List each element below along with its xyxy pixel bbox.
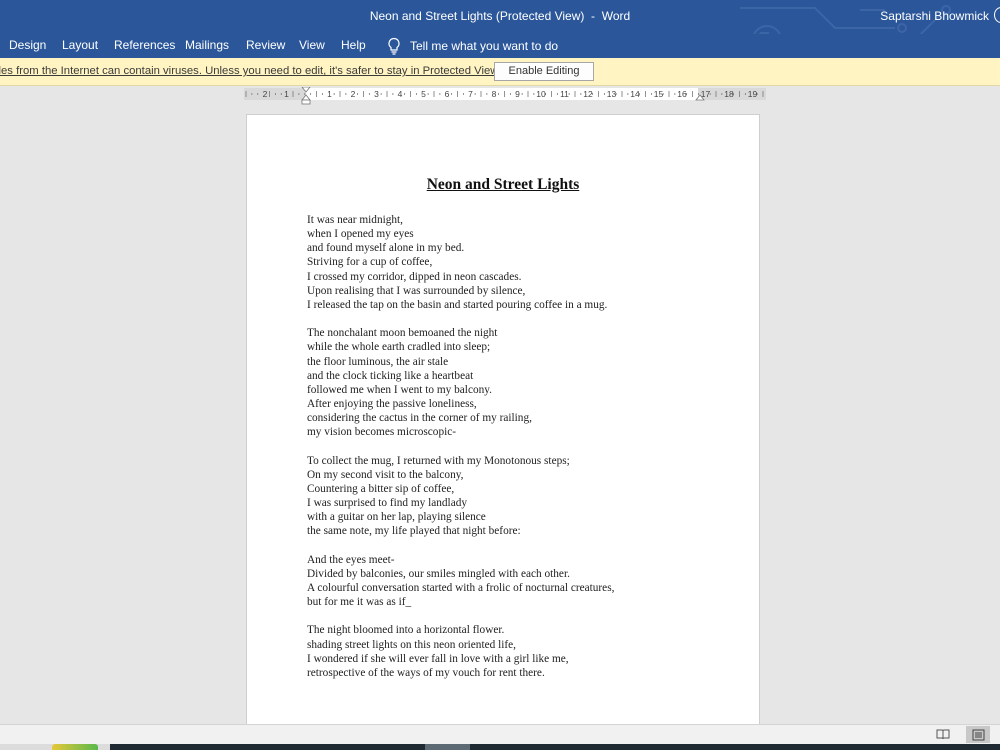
poem-line: the same note, my life played that night…	[307, 525, 521, 538]
tab-references[interactable]: References	[114, 38, 175, 52]
poem-line: Striving for a cup of coffee,	[307, 256, 433, 269]
window-title: Neon and Street Lights (Protected View) …	[369, 9, 631, 23]
poem-line: It was near midnight,	[307, 214, 404, 226]
title-bar: Neon and Street Lights (Protected View) …	[0, 0, 1000, 34]
print-layout-icon	[972, 729, 984, 740]
poem-line: when I opened my eyes	[307, 228, 414, 241]
tab-mailings[interactable]: Mailings	[185, 38, 229, 52]
ruler-label: 6	[445, 89, 450, 99]
poem-line: And the eyes meet-	[307, 553, 395, 566]
tell-me-search[interactable]: Tell me what you want to do	[386, 36, 558, 56]
document-page[interactable]: Neon and Street Lights It was near midni…	[246, 114, 760, 734]
ribbon-tabs: Design Layout References Mailings Review…	[0, 34, 1000, 58]
ruler-label: 19	[748, 89, 758, 99]
poem-line: I was surprised to find my landlady	[307, 497, 468, 510]
poem-line: while the whole earth cradled into sleep…	[307, 341, 491, 354]
tab-review[interactable]: Review	[246, 38, 285, 52]
horizontal-ruler[interactable]: 2 1 1 2 3 4 5 6 7 8 9 10 11 12 13 14 15 16 17 18 19	[244, 87, 766, 107]
read-mode-button[interactable]	[931, 726, 955, 743]
poem-line: After enjoying the passive loneliness,	[307, 398, 477, 411]
lightbulb-icon	[388, 37, 400, 55]
poem-line: my vision becomes microscopic-	[307, 426, 457, 439]
poem-line: with a guitar on her lap, playing silenc…	[307, 511, 486, 524]
ruler-label: 1	[327, 89, 332, 99]
ruler-label: 14	[630, 89, 640, 99]
tab-layout[interactable]: Layout	[62, 38, 98, 52]
stanza: The nonchalant moon bemoaned the night wh…	[307, 326, 747, 439]
stanza: It was near midnight, when I opened my ey…	[307, 213, 747, 312]
poem-line: Countering a bitter sip of coffee,	[307, 482, 455, 495]
poem-line: considering the cactus in the corner of …	[307, 412, 532, 425]
ruler-label: 9	[515, 89, 520, 99]
taskbar	[0, 744, 1000, 750]
poem-line: and found myself alone in my bed.	[307, 242, 465, 255]
stanza: To collect the mug, I returned with my M…	[307, 454, 747, 539]
poem-line: A colourful conversation started with a …	[307, 582, 615, 595]
poem-line: The nonchalant moon bemoaned the night	[307, 327, 498, 340]
poem-body: It was near midnight, when I opened my ey…	[307, 213, 747, 694]
stanza: And the eyes meet- Divided by balconies, …	[307, 553, 747, 610]
ruler-label: 12	[583, 89, 593, 99]
poem-line: the floor luminous, the air stale	[307, 355, 449, 368]
ruler-label: 4	[398, 89, 403, 99]
poem-line: Divided by balconies, our smiles mingled…	[307, 567, 570, 580]
user-name[interactable]: Saptarshi Bhowmick	[880, 9, 989, 23]
ruler-label: 5	[421, 89, 426, 99]
tab-help[interactable]: Help	[341, 38, 366, 52]
poem-line: shading street lights on this neon orien…	[307, 638, 516, 651]
ruler-label: 3	[374, 89, 379, 99]
poem-line: The night bloomed into a horizontal flow…	[307, 624, 505, 637]
ruler-label: 2	[351, 89, 356, 99]
print-layout-button[interactable]	[966, 726, 990, 743]
enable-editing-button[interactable]: Enable Editing	[494, 62, 594, 81]
ruler-label: 2	[263, 89, 268, 99]
ruler-label: 7	[468, 89, 473, 99]
taskbar-active-app[interactable]	[425, 744, 470, 750]
ruler-label: 13	[607, 89, 617, 99]
ruler-label: 16	[677, 89, 687, 99]
left-indent-marker[interactable]	[301, 99, 311, 105]
status-bar	[0, 724, 1000, 744]
ruler-label: 11	[560, 89, 569, 99]
poem-line: but for me it was as if_	[307, 596, 412, 609]
poem-line: and the clock ticking like a heartbeat	[307, 369, 474, 382]
poem-line: To collect the mug, I returned with my M…	[307, 454, 570, 467]
ruler-label: 10	[536, 89, 546, 99]
poem-line: On my second visit to the balcony,	[307, 468, 464, 481]
stanza: The night bloomed into a horizontal flow…	[307, 623, 747, 680]
tab-design[interactable]: Design	[9, 38, 46, 52]
poem-line: retrospective of the ways of my vouch fo…	[307, 666, 545, 679]
tell-me-text: Tell me what you want to do	[410, 39, 559, 53]
poem-line: followed me when I went to my balcony.	[307, 383, 492, 396]
ruler-label: 1	[284, 89, 289, 99]
ruler-label: 15	[654, 89, 664, 99]
poem-line: Upon realising that I was surrounded by …	[307, 284, 526, 297]
protected-view-bar: iles from the Internet can contain virus…	[0, 58, 1000, 86]
read-mode-icon	[936, 729, 950, 740]
document-title: Neon and Street Lights	[426, 176, 580, 193]
tab-view[interactable]: View	[299, 38, 325, 52]
ruler-label: 8	[492, 89, 497, 99]
protected-view-message[interactable]: iles from the Internet can contain virus…	[0, 65, 501, 77]
ruler-label: 18	[724, 89, 734, 99]
poem-line: I released the tap on the basin and star…	[307, 298, 608, 311]
poem-line: I wondered if she will ever fall in love…	[307, 652, 569, 665]
taskbar-app-icon[interactable]	[52, 744, 98, 750]
poem-line: I crossed my corridor, dipped in neon ca…	[307, 270, 522, 283]
